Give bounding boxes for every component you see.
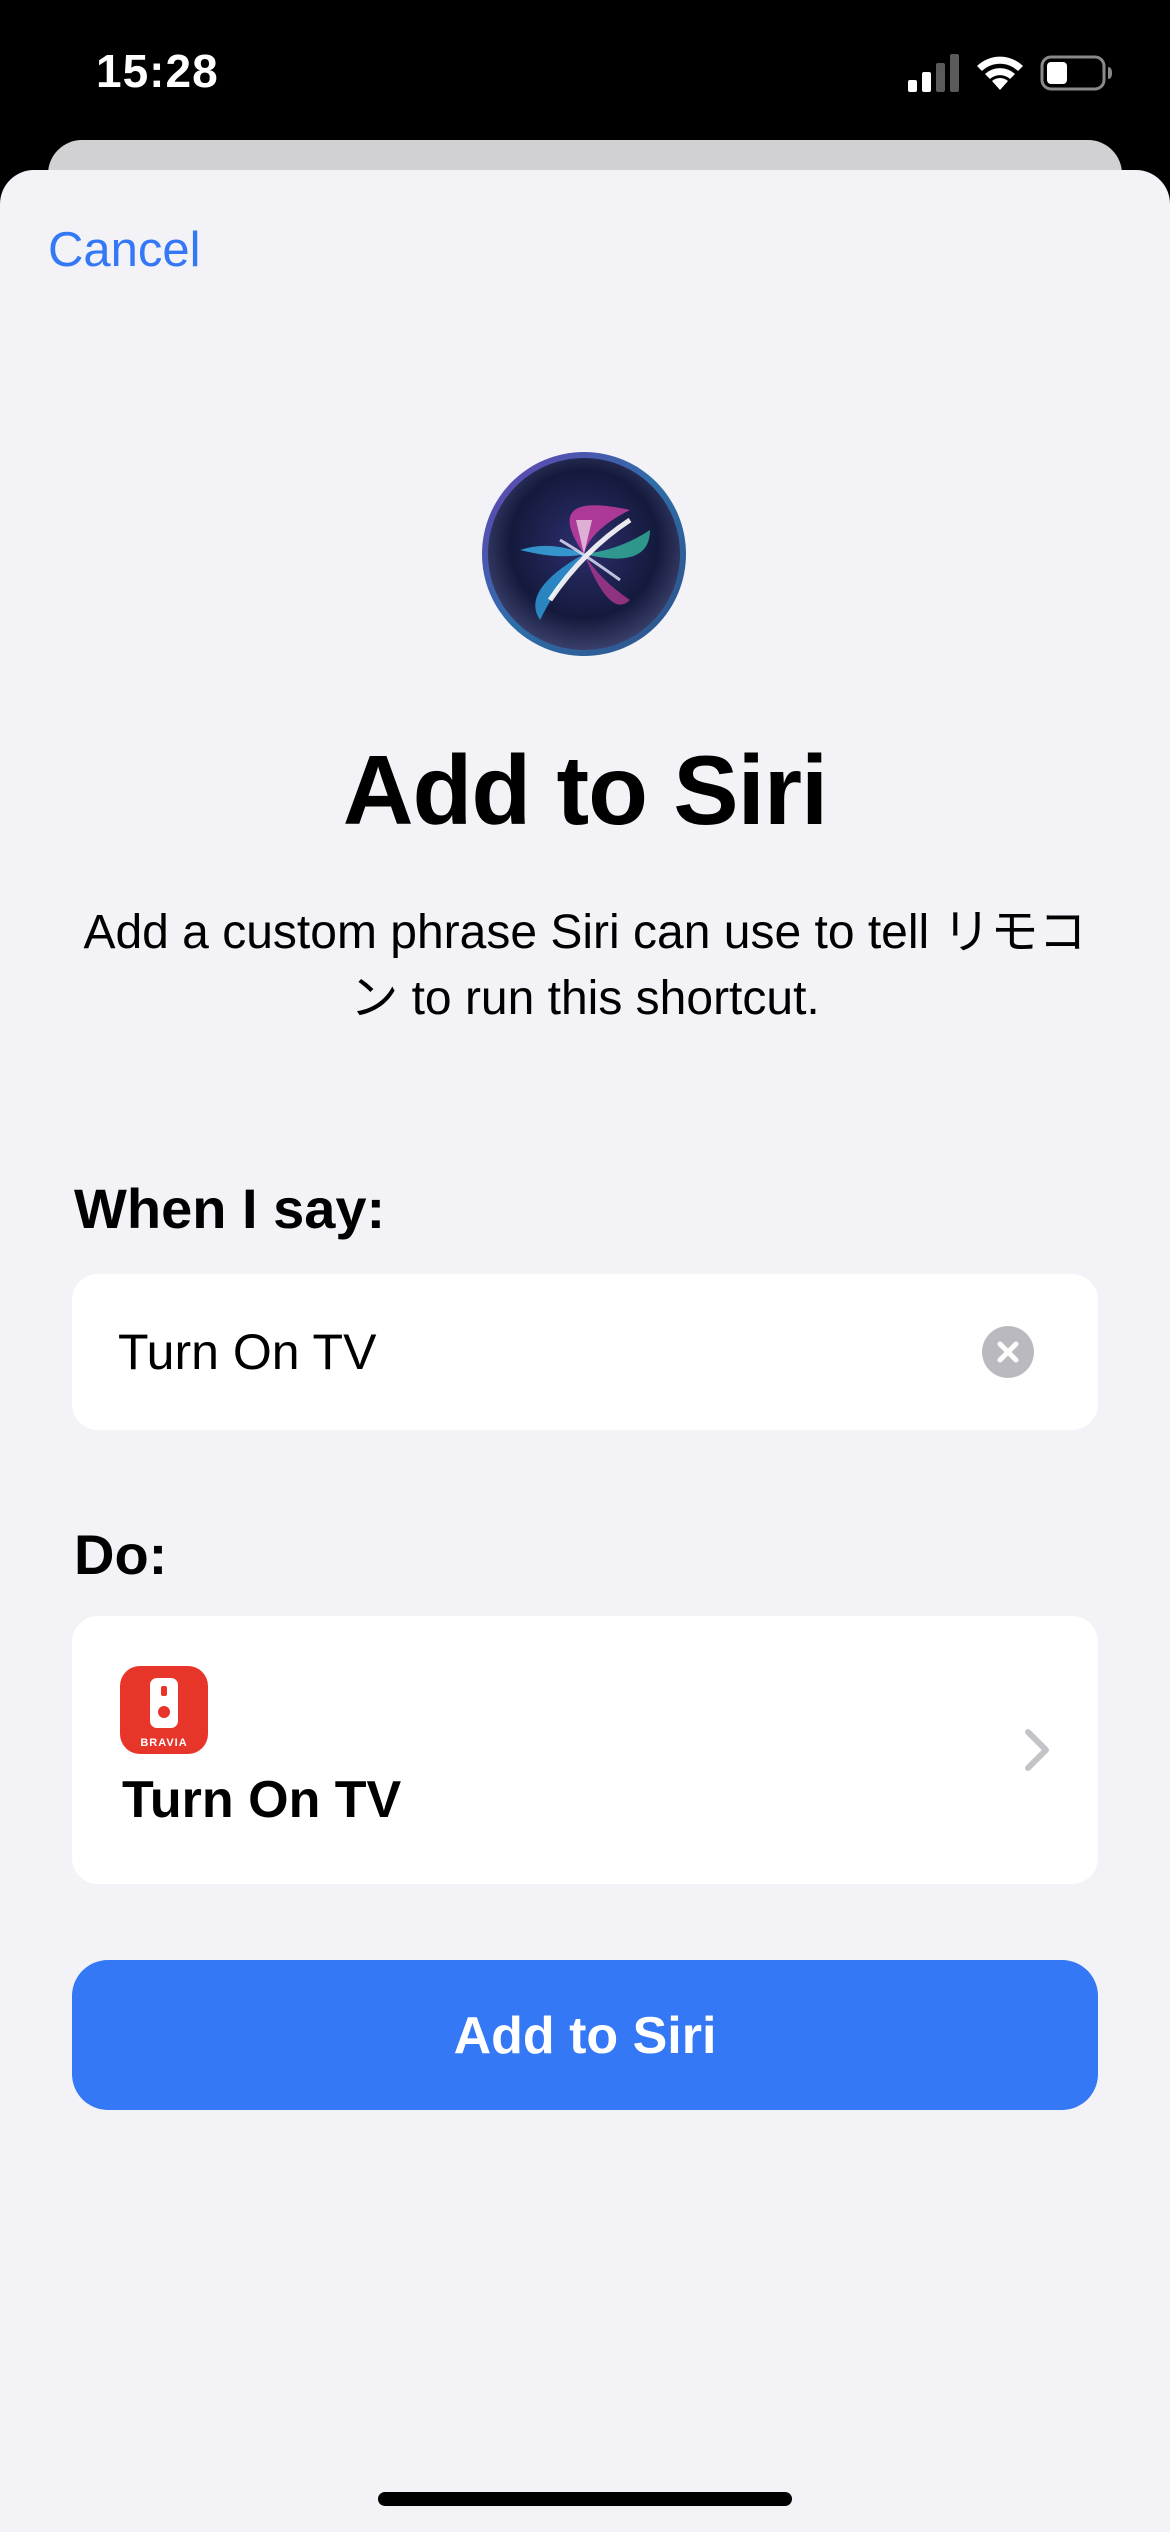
cancel-button[interactable]: Cancel [48,222,201,278]
status-time: 15:28 [96,45,219,97]
shortcut-action-card[interactable]: BRAVIA Turn On TV [72,1616,1098,1884]
siri-orb-icon [482,452,686,656]
battery-icon [1040,55,1112,91]
status-bar: 15:28 [0,0,1170,140]
home-indicator[interactable] [378,2492,792,2506]
sheet-subtitle: Add a custom phrase Siri can use to tell… [83,906,1087,1025]
shortcut-action-title: Turn On TV [122,1771,402,1829]
cellular-signal-icon [908,54,959,92]
clear-circle-icon[interactable] [982,1326,1034,1378]
phrase-field-card [72,1274,1098,1430]
wifi-icon [977,56,1023,90]
phrase-input[interactable] [118,1312,998,1392]
add-to-siri-sheet: Cancel Add to Siri Add a custom phrase S… [0,170,1170,2532]
do-label: Do: [74,1523,168,1586]
bravia-app-icon: BRAVIA [120,1666,208,1754]
sheet-title: Add to Siri [342,735,828,845]
when-i-say-label: When I say: [74,1177,386,1240]
screen: 15:28 Cancel Add to Siri Add a custom ph… [0,0,1170,2532]
add-to-siri-button[interactable]: Add to Siri [72,1960,1098,2110]
bravia-app-icon-text: BRAVIA [140,1737,187,1749]
chevron-right-icon [1025,1729,1049,1771]
